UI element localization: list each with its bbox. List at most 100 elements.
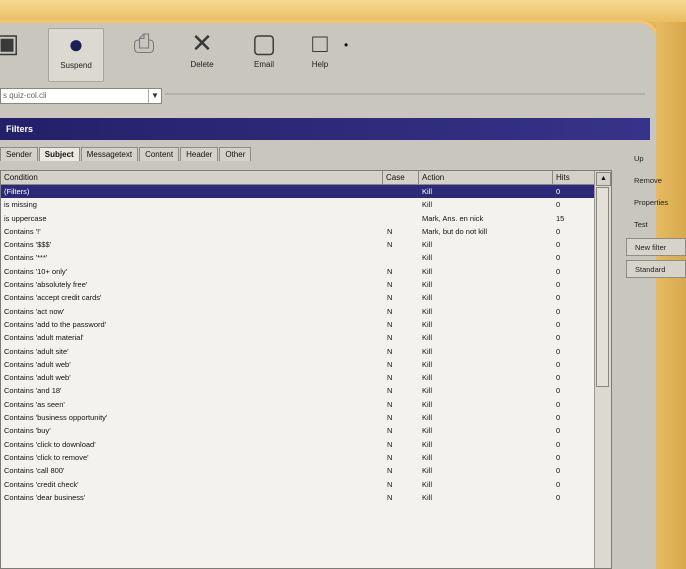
case-cell: N	[387, 333, 393, 343]
hits-cell: 0	[556, 266, 561, 276]
table-row[interactable]: Contains 'absolutely free' N Kill 0	[1, 278, 597, 291]
tab-sender[interactable]: Sender	[0, 147, 38, 161]
case-cell: N	[387, 426, 393, 436]
table-row[interactable]: Contains 'and 18' N Kill 0	[1, 384, 597, 397]
delete-button[interactable]: ✕ Delete	[180, 28, 224, 80]
vertical-scrollbar[interactable]: ▲	[594, 171, 611, 568]
window-title: Filters	[0, 118, 650, 140]
test-button[interactable]: Test	[626, 216, 686, 234]
table-row[interactable]: Contains 'buy' N Kill 0	[1, 424, 597, 437]
tab-messagetext[interactable]: Messagetext	[80, 147, 139, 161]
table-row[interactable]: is uppercase Mark, Ans. en nick 15	[1, 212, 597, 225]
side-buttons: Up Remove Properties Test New filter Sta…	[626, 150, 686, 282]
action-cell: Kill	[422, 280, 433, 290]
condition-cell: Contains 'business opportunity'	[4, 413, 108, 423]
table-row[interactable]: Contains 'call 800' N Kill 0	[1, 464, 597, 477]
table-row[interactable]: Contains 'accept credit cards' N Kill 0	[1, 291, 597, 304]
condition-cell: Contains 'dear business'	[4, 492, 86, 502]
header-action[interactable]: Action	[419, 171, 553, 184]
action-cell: Kill	[422, 426, 433, 436]
table-row[interactable]: Contains 'adult web' N Kill 0	[1, 358, 597, 371]
condition-cell: Contains 'absolutely free'	[4, 280, 88, 290]
condition-cell: Contains 'and 18'	[4, 386, 62, 396]
action-cell: Kill	[422, 413, 433, 423]
case-cell: N	[387, 399, 393, 409]
new-filter-button[interactable]: New filter	[626, 238, 686, 256]
table-row[interactable]: Contains 'click to remove' N Kill 0	[1, 451, 597, 464]
table-row[interactable]: Contains 'dear business' N Kill 0	[1, 491, 597, 504]
table-row[interactable]: Contains 'as seen' N Kill 0	[1, 398, 597, 411]
header-hits[interactable]: Hits	[553, 171, 597, 184]
toolbar: ▣ ● Suspend ⎙ ✕ Delete ▢ Email □ Help •	[0, 22, 650, 84]
help-button[interactable]: □ Help	[300, 28, 340, 80]
window-button[interactable]: ▣	[0, 28, 22, 80]
list-rows: (Filters) Kill 0 is missing Kill 0 is uppercas…	[1, 185, 597, 504]
scroll-thumb[interactable]	[596, 187, 609, 387]
filter-list[interactable]: Condition Case Action Hits (Filters) Kill…	[0, 170, 612, 569]
tab-subject[interactable]: Subject	[38, 147, 80, 161]
table-row[interactable]: Contains '$$$' N Kill 0	[1, 238, 597, 251]
chevron-down-icon[interactable]: ▼	[148, 89, 161, 103]
address-field[interactable]: s quiz-col.cli ▼	[0, 88, 162, 104]
email-button[interactable]: ▢ Email	[244, 28, 284, 80]
case-cell: N	[387, 266, 393, 276]
action-cell: Mark, but do not kill	[422, 226, 488, 236]
case-cell: N	[387, 466, 393, 476]
scroll-up-icon[interactable]: ▲	[596, 172, 611, 186]
hits-cell: 0	[556, 187, 561, 196]
table-row[interactable]: Contains 'act now' N Kill 0	[1, 305, 597, 318]
case-cell: N	[387, 319, 393, 329]
properties-button[interactable]: Properties	[626, 194, 686, 212]
condition-cell: Contains '***'	[4, 253, 48, 263]
hits-cell: 0	[556, 280, 561, 290]
hits-cell: 0	[556, 346, 561, 356]
remove-button[interactable]: Remove	[626, 172, 686, 190]
action-cell: Kill	[422, 359, 433, 369]
help-icon: □	[312, 28, 328, 58]
hits-cell: 15	[556, 213, 565, 223]
condition-cell: Contains 'adult web'	[4, 359, 71, 369]
hits-cell: 0	[556, 466, 561, 476]
divider	[165, 93, 645, 95]
case-cell: N	[387, 240, 393, 250]
hits-cell: 0	[556, 293, 561, 303]
tab-header[interactable]: Header	[180, 147, 219, 161]
action-cell: Kill	[422, 240, 433, 250]
tab-other[interactable]: Other	[219, 147, 252, 161]
condition-cell: Contains 'credit check'	[4, 479, 79, 489]
case-cell: N	[387, 479, 393, 489]
table-row[interactable]: Contains 'click to download' N Kill 0	[1, 438, 597, 451]
header-case[interactable]: Case	[383, 171, 419, 184]
action-cell: Kill	[422, 333, 433, 343]
table-row[interactable]: Contains 'adult material' N Kill 0	[1, 331, 597, 344]
action-cell: Kill	[422, 479, 433, 489]
hits-cell: 0	[556, 226, 561, 236]
standard-button[interactable]: Standard	[626, 260, 686, 278]
hits-cell: 0	[556, 386, 561, 396]
table-row[interactable]: Contains 'add to the password' N Kill 0	[1, 318, 597, 331]
action-cell: Mark, Ans. en nick	[422, 213, 484, 223]
mail-icon: ▢	[251, 28, 277, 58]
case-cell: N	[387, 373, 393, 383]
table-row[interactable]: (Filters) Kill 0	[1, 185, 597, 199]
tab-content[interactable]: Content	[139, 147, 180, 161]
condition-cell: Contains '!'	[4, 226, 41, 236]
suspend-button[interactable]: ● Suspend	[48, 28, 104, 82]
dropdown-arrow-icon[interactable]: •	[344, 38, 348, 52]
table-row[interactable]: Contains 'adult site' N Kill 0	[1, 345, 597, 358]
print-button[interactable]: ⎙	[124, 28, 164, 80]
table-row[interactable]: Contains 'business opportunity' N Kill 0	[1, 411, 597, 424]
up-button[interactable]: Up	[626, 150, 686, 168]
header-condition[interactable]: Condition	[1, 171, 383, 184]
table-row[interactable]: is missing Kill 0	[1, 198, 597, 211]
table-row[interactable]: Contains '***' Kill 0	[1, 251, 597, 264]
case-cell: N	[387, 293, 393, 303]
table-row[interactable]: Contains 'adult web' N Kill 0	[1, 371, 597, 384]
table-row[interactable]: Contains '!' N Mark, but do not kill 0	[1, 225, 597, 238]
action-cell: Kill	[422, 466, 433, 476]
hits-cell: 0	[556, 359, 561, 369]
table-row[interactable]: Contains '10+ only' N Kill 0	[1, 265, 597, 278]
table-row[interactable]: Contains 'credit check' N Kill 0	[1, 478, 597, 491]
case-cell: N	[387, 386, 393, 396]
case-cell: N	[387, 306, 393, 316]
